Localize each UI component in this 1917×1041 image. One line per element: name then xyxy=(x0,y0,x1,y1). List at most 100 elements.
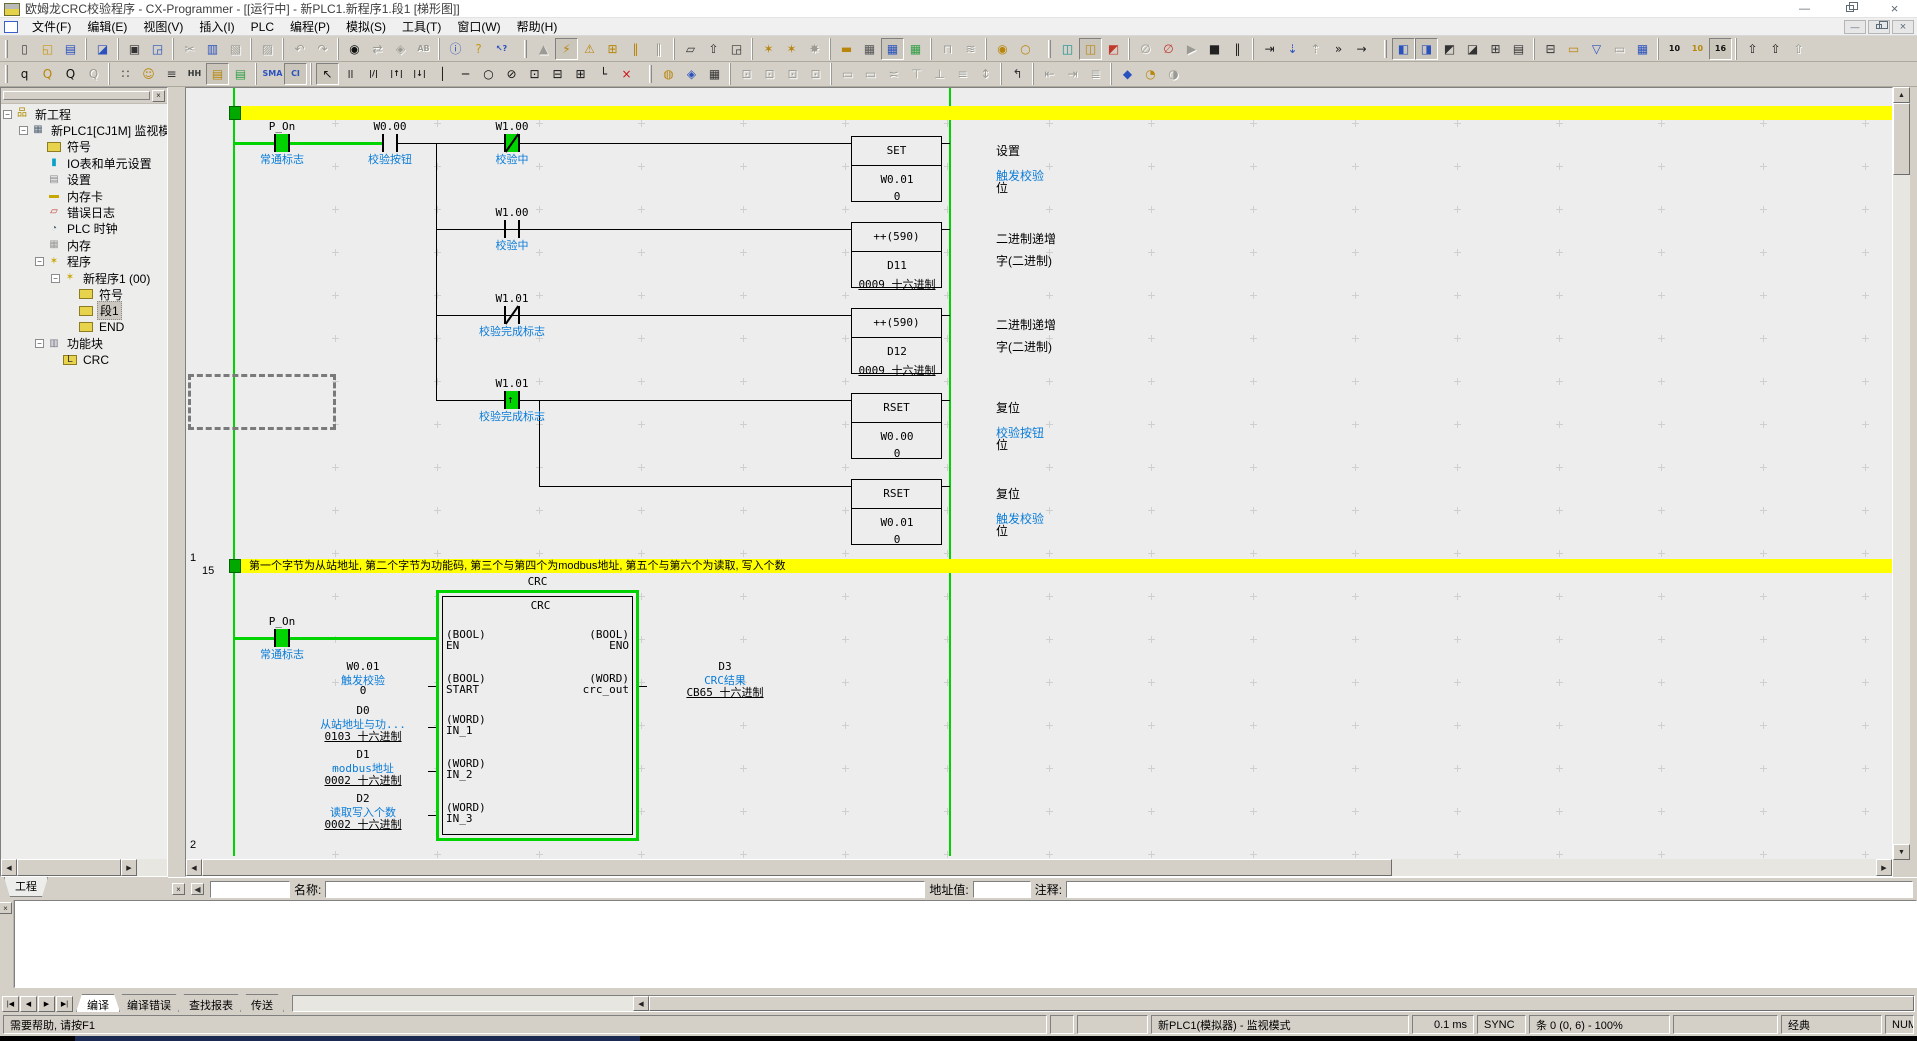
tree-item-新工程[interactable]: −品新工程 xyxy=(3,106,73,122)
tree-item-错误日志[interactable]: ▱错误日志 xyxy=(35,204,117,220)
scan-run-icon[interactable]: → xyxy=(1350,38,1373,60)
open-project-icon[interactable]: ◱ xyxy=(36,38,59,60)
scroll-up-icon[interactable]: ▲ xyxy=(1893,87,1910,103)
pause-simulation-icon[interactable]: ‖ xyxy=(1226,38,1249,60)
output-tab-查找报表[interactable]: 查找报表 xyxy=(178,994,244,1012)
memory-view-icon[interactable]: ▬ xyxy=(835,38,858,60)
instruction-++(590)[interactable]: ++(590)D110009 十六进制 xyxy=(851,222,942,288)
window-symbol-icon[interactable]: ◩ xyxy=(1438,38,1461,60)
output-close-icon[interactable]: × xyxy=(0,902,12,914)
compile-program-icon[interactable]: ◪ xyxy=(91,38,114,60)
tree-item-新PLC1[CJ1M] 监视模式[interactable]: −▦新PLC1[CJ1M] 监视模式 xyxy=(19,122,167,138)
tab-prev-icon[interactable]: ◀ xyxy=(20,996,37,1012)
run-simulation-icon[interactable]: ▶ xyxy=(1180,38,1203,60)
paste-icon[interactable]: ▧ xyxy=(224,38,247,60)
new-contact-up-icon[interactable]: |↑| xyxy=(385,63,408,85)
find-symbol-icon[interactable]: ◈ xyxy=(389,38,412,60)
contact-W1.01[interactable]: ↑ xyxy=(504,391,520,409)
tree-expander-icon[interactable]: − xyxy=(35,257,44,266)
horizontal-line-tool-icon[interactable]: ─ xyxy=(454,63,477,85)
ladder-hscrollbar[interactable]: ◀ ▶ xyxy=(186,859,1892,876)
scroll-right-icon[interactable]: ▶ xyxy=(121,859,137,876)
tree-item-设置[interactable]: ▤设置 xyxy=(35,172,93,188)
edit-tool-1-icon[interactable]: ⊡ xyxy=(735,63,758,85)
menu-item-4[interactable]: PLC xyxy=(243,18,282,35)
propbar-collapse-icon[interactable]: ◀ xyxy=(191,883,204,895)
output-hscrollbar[interactable]: ◀ xyxy=(292,995,1915,1012)
differential-up-icon[interactable]: ⇧ xyxy=(1741,38,1764,60)
new-contact-icon[interactable]: || xyxy=(339,63,362,85)
data-trace-icon[interactable]: ≋ xyxy=(959,38,982,60)
contact-W1.01[interactable] xyxy=(504,306,520,324)
monitor-hex-icon[interactable]: 16 xyxy=(1709,38,1732,60)
ladder-canvas[interactable]: 第一个字节为从站地址, 第二个字节为功能码, 第三个与第四个为modbus地址,… xyxy=(233,88,1892,859)
output-tab-编译错误[interactable]: 编译错误 xyxy=(116,994,182,1012)
window-mnemonic-icon[interactable]: ◨ xyxy=(1415,38,1438,60)
step-over-icon[interactable]: ⇡ xyxy=(1304,38,1327,60)
monitor-online-icon[interactable]: ⚠ xyxy=(578,38,601,60)
rung-manager-icon[interactable]: ▤ xyxy=(229,63,252,85)
find-text-icon[interactable]: AB xyxy=(412,38,435,60)
step-run-icon[interactable]: ⇣ xyxy=(1281,38,1304,60)
align-bottom-icon[interactable]: ⊥ xyxy=(928,63,951,85)
redo-icon[interactable]: ↷ xyxy=(311,38,334,60)
program-check-icon[interactable]: ▱ xyxy=(679,38,702,60)
fb-monitor-icon[interactable]: ◍ xyxy=(657,63,680,85)
ladder-diagram-area[interactable]: 1152 第一个字节为从站地址, 第二个字节为功能码, 第三个与第四个为modb… xyxy=(186,88,1892,859)
window-properties-icon[interactable]: ▤ xyxy=(1507,38,1530,60)
tab-next-icon[interactable]: ▶ xyxy=(38,996,55,1012)
new-coil-icon[interactable]: ○ xyxy=(477,63,500,85)
instruction-SET[interactable]: SETW0.010 xyxy=(851,136,942,202)
window-watch-icon[interactable]: ◪ xyxy=(1461,38,1484,60)
monitor-signed-decimal-icon[interactable]: 10 xyxy=(1686,38,1709,60)
show-grid-icon[interactable]: ∷ xyxy=(114,63,137,85)
menu-item-8[interactable]: 窗口(W) xyxy=(449,18,508,35)
replace-icon[interactable]: ⇄ xyxy=(366,38,389,60)
new-instruction-icon[interactable]: ⊡ xyxy=(523,63,546,85)
tab-last-icon[interactable]: ▶| xyxy=(56,996,73,1012)
instruction-++(590)[interactable]: ++(590)D120009 十六进制 xyxy=(851,308,942,374)
online-edit-icon[interactable]: ▦ xyxy=(904,38,927,60)
tree-item-段1[interactable]: 段1 xyxy=(67,303,122,319)
show-rung-list-icon[interactable]: ≡ xyxy=(160,63,183,85)
align-middle-icon[interactable]: ≍ xyxy=(882,63,905,85)
show-rung-comment-icon[interactable]: ▤ xyxy=(206,63,229,85)
tree-expander-icon[interactable]: − xyxy=(51,274,60,283)
new-contact-down-icon[interactable]: |↓| xyxy=(408,63,431,85)
output-hscroll-thumb[interactable] xyxy=(649,996,1914,1011)
tree-expander-icon[interactable]: − xyxy=(3,110,12,119)
close-button[interactable]: × xyxy=(1872,0,1917,17)
address-reference-tool-icon[interactable]: ▦ xyxy=(1631,38,1654,60)
select-tool-icon[interactable]: ↖ xyxy=(316,63,339,85)
zoom-out-icon[interactable]: Q xyxy=(82,63,105,85)
menu-item-0[interactable]: 文件(F) xyxy=(24,18,79,35)
monitor-mode-icon[interactable]: ▦ xyxy=(881,38,904,60)
style-color-icon[interactable]: ◆ xyxy=(1116,63,1139,85)
tree-item-内存[interactable]: ▦内存 xyxy=(35,237,93,253)
distribute-icon[interactable]: ≡ xyxy=(951,63,974,85)
info-icon[interactable]: ⓘ xyxy=(444,38,467,60)
output-tab-传送[interactable]: 传送 xyxy=(240,994,284,1012)
menu-item-7[interactable]: 工具(T) xyxy=(394,18,449,35)
ladder-hscroll-thumb[interactable] xyxy=(202,859,1392,876)
zoom-100-icon[interactable]: Q xyxy=(59,63,82,85)
window-diagram-icon[interactable]: ◧ xyxy=(1392,38,1415,60)
compile-all-programs-icon[interactable]: ✶ xyxy=(757,38,780,60)
symbol-editor-icon[interactable]: ▭ xyxy=(1562,38,1585,60)
scroll-right-icon[interactable]: ▶ xyxy=(1876,859,1892,876)
menu-item-6[interactable]: 模拟(S) xyxy=(338,18,394,35)
exit-simulator-icon[interactable]: ◩ xyxy=(1102,38,1125,60)
new-fb-parameter-icon[interactable]: └ xyxy=(592,63,615,85)
contact-W0.00[interactable] xyxy=(382,134,398,152)
cut-icon[interactable]: ✂ xyxy=(178,38,201,60)
tree-hscroll-thumb[interactable] xyxy=(17,859,121,876)
force-release-icon[interactable]: ○ xyxy=(1014,38,1037,60)
hold-edit-icon[interactable]: ∅ xyxy=(1134,38,1157,60)
zoom-selection-icon[interactable]: Q xyxy=(36,63,59,85)
fb-library-icon[interactable]: ⊟ xyxy=(1539,38,1562,60)
delete-tool-icon[interactable]: × xyxy=(615,63,638,85)
mdi-minimize-button[interactable]: — xyxy=(1844,20,1866,34)
tree-item-功能块[interactable]: −▥功能块 xyxy=(35,336,105,352)
function-block-CRC[interactable]: CRC(BOOL) EN(BOOL) START(WORD) IN_1(WORD… xyxy=(436,590,639,841)
indent-right-icon[interactable]: ⇥ xyxy=(1061,63,1084,85)
